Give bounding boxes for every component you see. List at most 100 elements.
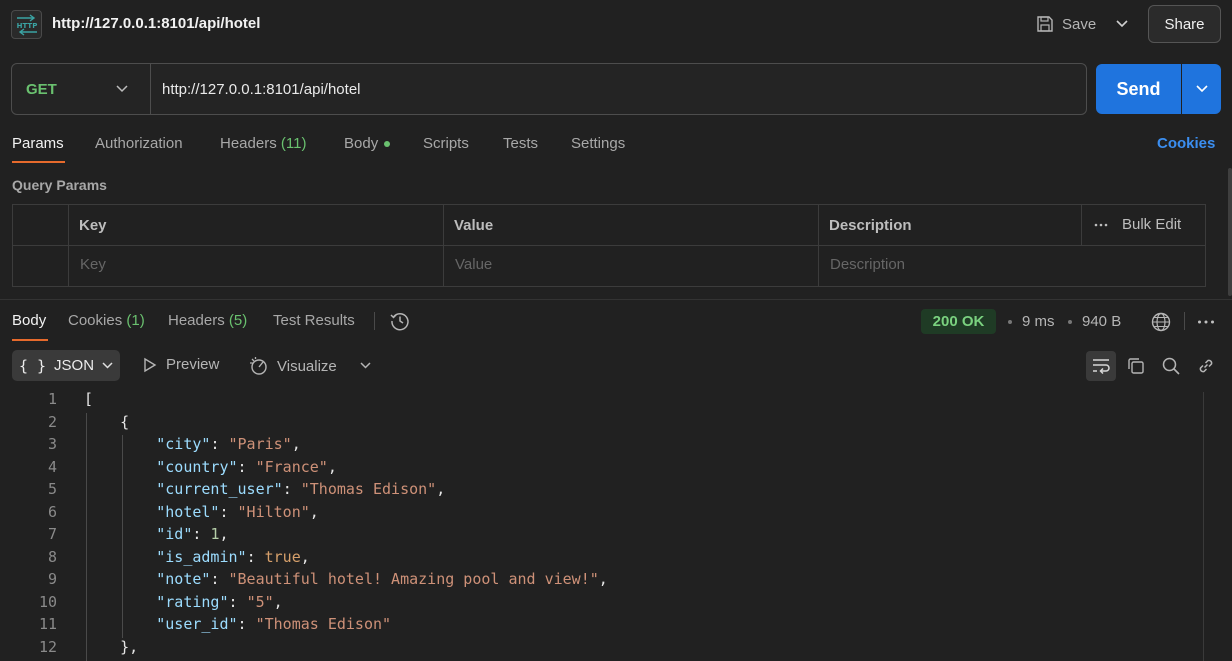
request-title[interactable]: http://127.0.0.1:8101/api/hotel xyxy=(52,15,260,32)
line-number: 3 xyxy=(47,435,57,453)
code-line: 5 "current_user": "Thomas Edison", xyxy=(0,480,1204,503)
link-icon[interactable] xyxy=(1195,355,1217,377)
line-number: 2 xyxy=(47,412,57,431)
query-params-title: Query Params xyxy=(12,177,107,193)
line-number: 1 xyxy=(47,390,57,408)
pane-divider[interactable] xyxy=(0,299,1232,300)
table-column-divider xyxy=(818,205,819,286)
code-line: 1[ xyxy=(0,390,1204,413)
tab-headers[interactable]: Headers (11) xyxy=(220,135,306,152)
http-request-icon: HTTP xyxy=(11,10,42,39)
line-number: 10 xyxy=(38,592,57,611)
response-tab-test-results[interactable]: Test Results xyxy=(273,312,355,329)
active-tab-indicator xyxy=(12,161,65,163)
code-text: "hotel": "Hilton", xyxy=(156,502,319,521)
send-options-chevron-down-icon[interactable] xyxy=(1182,64,1221,114)
scrollbar[interactable] xyxy=(1228,168,1232,296)
line-number: 11 xyxy=(38,615,57,633)
tab-tests[interactable]: Tests xyxy=(503,135,538,152)
code-line: 12 }, xyxy=(0,638,1204,661)
tab-headers-count: (11) xyxy=(280,135,307,152)
visualize-chevron-down-icon[interactable] xyxy=(356,356,374,374)
code-scrollbar[interactable] xyxy=(1203,392,1204,661)
code-text: [ xyxy=(84,390,94,408)
active-response-tab-indicator xyxy=(12,339,48,341)
code-text: "is_admin": true, xyxy=(156,547,310,566)
response-tab-headers[interactable]: Headers (5) xyxy=(168,312,247,329)
status-badge[interactable]: 200 OK xyxy=(921,309,996,334)
code-line: 11 "user_id": "Thomas Edison" xyxy=(0,615,1204,638)
toolbar-separator xyxy=(1184,312,1185,330)
send-button[interactable]: Send xyxy=(1096,64,1181,114)
code-text: "country": "France", xyxy=(156,457,337,476)
tab-body-label: Body xyxy=(344,135,379,152)
cookies-link[interactable]: Cookies xyxy=(1157,135,1215,152)
line-number: 12 xyxy=(38,637,57,656)
column-header-description: Description xyxy=(829,217,912,234)
save-label: Save xyxy=(1062,15,1097,33)
code-text: }, xyxy=(84,637,139,656)
meta-separator-dot xyxy=(1068,320,1072,324)
preview-label: Preview xyxy=(166,356,220,373)
braces-icon: { } xyxy=(18,356,47,375)
tab-headers-label: Headers xyxy=(220,135,277,152)
play-icon xyxy=(144,357,157,372)
globe-icon[interactable] xyxy=(1150,311,1172,333)
svg-text:HTTP: HTTP xyxy=(16,22,37,30)
line-number: 7 xyxy=(47,525,57,543)
line-number: 4 xyxy=(47,457,57,476)
tab-settings[interactable]: Settings xyxy=(571,135,625,152)
code-text: "city": "Paris", xyxy=(156,435,301,453)
column-header-key: Key xyxy=(79,217,107,234)
code-line: 6 "hotel": "Hilton", xyxy=(0,503,1204,526)
line-number: 5 xyxy=(47,480,57,498)
response-tab-cookies[interactable]: Cookies (1) xyxy=(68,312,145,329)
response-tab-body[interactable]: Body xyxy=(12,312,46,329)
save-button[interactable]: Save xyxy=(1036,10,1096,38)
code-line: 3 "city": "Paris", xyxy=(0,435,1204,458)
param-value-input[interactable]: Value xyxy=(455,256,492,273)
line-number: 8 xyxy=(47,547,57,566)
response-size[interactable]: 940 B xyxy=(1082,313,1121,330)
tab-authorization[interactable]: Authorization xyxy=(95,135,183,152)
more-options-icon[interactable] xyxy=(1196,312,1216,332)
param-key-input[interactable]: Key xyxy=(80,256,106,273)
response-body-viewer[interactable]: 1[2 {3 "city": "Paris", 4 "country": "Fra… xyxy=(0,390,1204,661)
tab-body[interactable]: Body xyxy=(344,135,391,152)
column-header-value: Value xyxy=(454,217,494,234)
method-select[interactable]: GET xyxy=(26,81,57,98)
line-number: 9 xyxy=(47,570,57,588)
code-text: "rating": "5", xyxy=(156,592,283,611)
history-icon[interactable] xyxy=(389,310,411,332)
code-line: 10 "rating": "5", xyxy=(0,593,1204,616)
share-button[interactable]: Share xyxy=(1148,5,1221,43)
tab-params[interactable]: Params xyxy=(12,135,64,152)
code-line: 9 "note": "Beautiful hotel! Amazing pool… xyxy=(0,570,1204,593)
code-text: "id": 1, xyxy=(156,525,229,543)
meta-separator-dot xyxy=(1008,320,1012,324)
table-column-divider xyxy=(443,205,444,286)
request-bar-divider xyxy=(150,64,151,114)
search-icon[interactable] xyxy=(1160,355,1182,377)
visualize-button[interactable]: Visualize xyxy=(249,356,337,376)
format-label: JSON xyxy=(54,357,95,374)
save-options-chevron-down-icon[interactable] xyxy=(1110,12,1134,36)
method-chevron-down-icon[interactable] xyxy=(112,79,132,99)
wrap-lines-icon[interactable] xyxy=(1086,351,1116,381)
save-icon xyxy=(1037,16,1053,32)
code-line: 4 "country": "France", xyxy=(0,458,1204,481)
bulk-edit-button[interactable]: Bulk Edit xyxy=(1094,216,1181,233)
code-line: 8 "is_admin": true, xyxy=(0,548,1204,571)
param-description-input[interactable]: Description xyxy=(830,256,905,273)
table-row-divider xyxy=(12,245,1206,246)
format-select[interactable]: { } JSON xyxy=(12,350,120,381)
response-time[interactable]: 9 ms xyxy=(1022,313,1055,330)
url-input[interactable] xyxy=(160,73,1060,105)
preview-button[interactable]: Preview xyxy=(142,356,219,373)
code-text: "current_user": "Thomas Edison", xyxy=(156,480,446,498)
tab-separator xyxy=(374,312,375,330)
tab-scripts[interactable]: Scripts xyxy=(423,135,469,152)
code-line: 2 { xyxy=(0,413,1204,436)
copy-icon[interactable] xyxy=(1125,355,1147,377)
table-column-divider xyxy=(1081,205,1082,245)
